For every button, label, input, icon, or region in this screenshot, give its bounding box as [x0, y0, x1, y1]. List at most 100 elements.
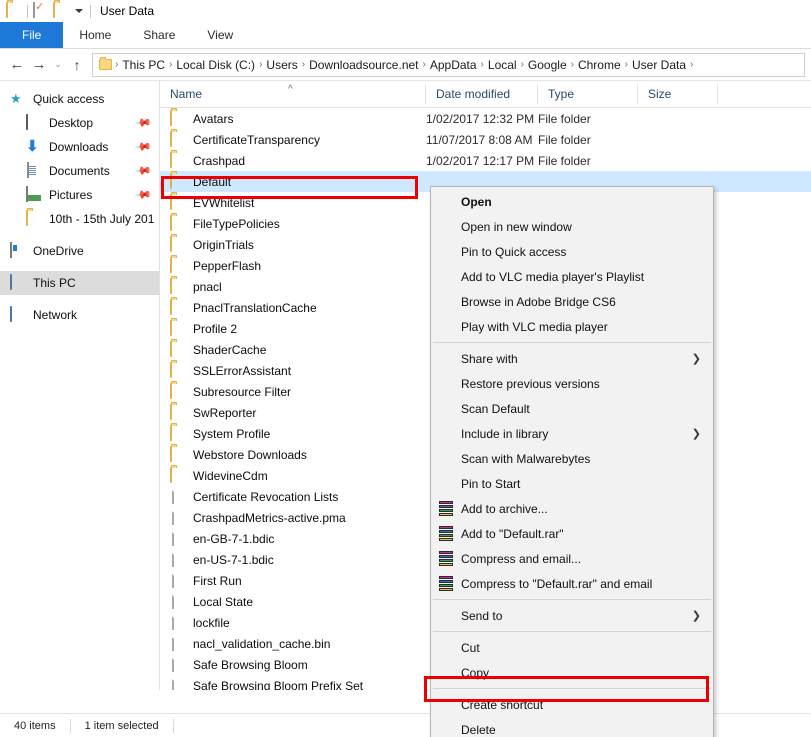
file-name-cell: Webstore Downloads [160, 445, 426, 463]
network-icon [10, 306, 26, 323]
file-name-cell: CrashpadMetrics-active.pma [160, 508, 426, 526]
table-row[interactable]: Crashpad 1/02/2017 12:17 PM File folder [160, 150, 811, 171]
breadcrumb-appdata[interactable]: AppData [427, 58, 480, 72]
menu-item-play-with-vlc-media-player[interactable]: Play with VLC media player [431, 314, 713, 339]
menu-item-scan-default[interactable]: Scan Default [431, 396, 713, 421]
file-name-label: en-GB-7-1.bdic [193, 531, 275, 546]
column-header-size[interactable]: Size [638, 84, 718, 104]
forward-icon[interactable]: → [28, 54, 50, 76]
breadcrumb-downloadsource[interactable]: Downloadsource.net [306, 58, 421, 72]
file-name-cell: WidevineCdm [160, 466, 426, 484]
sidebar-item-july-folder[interactable]: 10th - 15th July 201 [0, 207, 159, 231]
column-header-spacer [718, 84, 778, 104]
sidebar-item-label: Desktop [49, 116, 94, 130]
folder-icon[interactable] [6, 2, 22, 19]
file-name-label: nacl_validation_cache.bin [193, 636, 331, 651]
file-name-label: Local State [193, 594, 254, 609]
properties-icon[interactable] [33, 2, 49, 19]
tab-share[interactable]: Share [127, 22, 191, 48]
column-header-date-modified[interactable]: Date modified [426, 84, 538, 104]
menu-item-label: Add to VLC media player's Playlist [461, 269, 645, 284]
chevron-down-icon[interactable] [75, 9, 83, 13]
recent-locations-icon[interactable]: ⌄ [50, 54, 66, 76]
up-icon[interactable]: ↑ [66, 54, 88, 76]
menu-item-pin-to-quick-access[interactable]: Pin to Quick access [431, 239, 713, 264]
pin-icon[interactable]: 📌 [134, 186, 152, 204]
table-row[interactable]: Avatars 1/02/2017 12:32 PM File folder [160, 108, 811, 129]
sidebar-item-network[interactable]: Network [0, 303, 159, 327]
breadcrumb-chrome[interactable]: Chrome [575, 58, 624, 72]
chevron-right-icon: ❯ [691, 428, 701, 440]
sidebar-item-onedrive[interactable]: OneDrive [0, 239, 159, 263]
breadcrumb-local-disk[interactable]: Local Disk (C:) [173, 58, 258, 72]
file-name-label: CertificateTransparency [193, 132, 320, 147]
file-name-cell: SSLErrorAssistant [160, 361, 426, 379]
sidebar-item-this-pc[interactable]: This PC [0, 271, 159, 295]
pin-icon[interactable]: 📌 [134, 138, 152, 156]
breadcrumb-google[interactable]: Google [525, 58, 570, 72]
file-icon [170, 655, 186, 673]
address-bar: ← → ⌄ ↑ › This PC › Local Disk (C:) › Us… [0, 49, 811, 81]
column-header-name[interactable]: Name ^ [160, 84, 426, 104]
sidebar-item-quick-access[interactable]: ★ Quick access [0, 87, 159, 111]
menu-item-share-with[interactable]: Share with ❯ [431, 346, 713, 371]
tab-home[interactable]: Home [63, 22, 127, 48]
breadcrumb-local[interactable]: Local [485, 58, 520, 72]
sidebar-item-desktop[interactable]: Desktop 📌 [0, 111, 159, 135]
sidebar-item-label: This PC [33, 276, 76, 290]
menu-item-pin-to-start[interactable]: Pin to Start [431, 471, 713, 496]
sidebar-item-pictures[interactable]: Pictures 📌 [0, 183, 159, 207]
menu-item-copy[interactable]: Copy [431, 660, 713, 685]
menu-item-create-shortcut[interactable]: Create shortcut [431, 692, 713, 717]
breadcrumb[interactable]: › This PC › Local Disk (C:) › Users › Do… [92, 52, 805, 77]
file-icon [170, 550, 186, 568]
menu-item-include-in-library[interactable]: Include in library ❯ [431, 421, 713, 446]
sidebar-item-documents[interactable]: Documents 📌 [0, 159, 159, 183]
file-name-label: en-US-7-1.bdic [193, 552, 274, 567]
menu-item-compress-and-email[interactable]: Compress and email... [431, 546, 713, 571]
menu-item-browse-in-adobe-bridge-cs6[interactable]: Browse in Adobe Bridge CS6 [431, 289, 713, 314]
menu-item-cut[interactable]: Cut [431, 635, 713, 660]
column-header-type[interactable]: Type [538, 84, 638, 104]
breadcrumb-users[interactable]: Users [263, 58, 300, 72]
pin-icon[interactable]: 📌 [134, 162, 152, 180]
menu-item-open[interactable]: Open [431, 189, 713, 214]
sidebar-item-label: Downloads [49, 140, 109, 154]
computer-icon [10, 274, 26, 291]
menu-item-add-to-defaultrar[interactable]: Add to "Default.rar" [431, 521, 713, 546]
file-icon [170, 613, 186, 631]
sidebar-item-downloads[interactable]: ⬇ Downloads 📌 [0, 135, 159, 159]
menu-item-compress-to-defaultrar-and-email[interactable]: Compress to "Default.rar" and email [431, 571, 713, 596]
menu-separator [433, 631, 711, 632]
folder-icon [170, 466, 186, 484]
file-name-label: CrashpadMetrics-active.pma [193, 510, 346, 525]
menu-item-send-to[interactable]: Send to ❯ [431, 603, 713, 628]
folder-icon [170, 256, 186, 274]
menu-item-add-to-vlc-media-players-playlist[interactable]: Add to VLC media player's Playlist [431, 264, 713, 289]
back-icon[interactable]: ← [6, 54, 28, 76]
file-name-label: Certificate Revocation Lists [193, 489, 339, 504]
new-folder-icon[interactable] [53, 2, 69, 19]
file-name-label: EVWhitelist [193, 195, 255, 210]
file-name-label: FileTypePolicies [193, 216, 280, 231]
table-row[interactable]: CertificateTransparency 11/07/2017 8:08 A… [160, 129, 811, 150]
menu-item-label: Delete [461, 722, 496, 737]
menu-item-label: Send to [461, 608, 503, 623]
tab-file[interactable]: File [0, 22, 64, 48]
menu-item-delete[interactable]: Delete [431, 717, 713, 737]
breadcrumb-user-data[interactable]: User Data [629, 58, 689, 72]
pin-icon[interactable]: 📌 [134, 114, 152, 132]
file-name-label: PnaclTranslationCache [193, 300, 317, 315]
folder-icon [170, 445, 186, 463]
breadcrumb-this-pc[interactable]: This PC [119, 58, 168, 72]
menu-item-label: Add to "Default.rar" [461, 526, 564, 541]
folder-icon [170, 298, 186, 316]
menu-item-scan-with-malwarebytes[interactable]: Scan with Malwarebytes [431, 446, 713, 471]
status-selection: 1 item selected [84, 719, 159, 732]
sidebar-item-label: Quick access [33, 92, 105, 106]
menu-item-restore-previous-versions[interactable]: Restore previous versions [431, 371, 713, 396]
tab-view[interactable]: View [191, 22, 249, 48]
file-name-cell: Local State [160, 592, 426, 610]
menu-item-open-in-new-window[interactable]: Open in new window [431, 214, 713, 239]
menu-item-add-to-archive[interactable]: Add to archive... [431, 496, 713, 521]
